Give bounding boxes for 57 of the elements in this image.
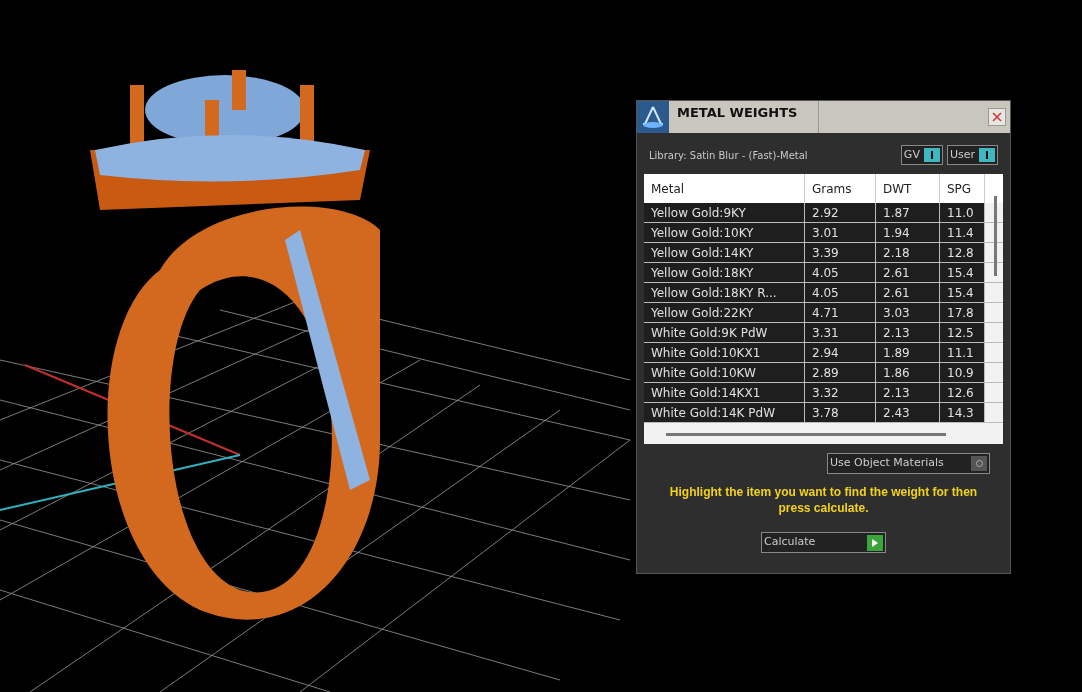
calculate-button[interactable]: Calculate bbox=[761, 532, 886, 553]
table-cell: 1.86 bbox=[876, 363, 940, 382]
close-icon bbox=[992, 112, 1002, 122]
table-cell: White Gold:14KX1 bbox=[644, 383, 805, 402]
table-cell: 12.8 bbox=[940, 243, 985, 262]
table-cell: 17.8 bbox=[940, 303, 985, 322]
table-cell: 2.61 bbox=[876, 283, 940, 302]
table-cell: 15.4 bbox=[940, 263, 985, 282]
table-cell: Yellow Gold:14KY bbox=[644, 243, 805, 262]
table-cell: White Gold:10KW bbox=[644, 363, 805, 382]
close-button[interactable] bbox=[988, 108, 1006, 126]
table-cell: 2.94 bbox=[805, 343, 876, 362]
table-cell: 14.3 bbox=[940, 403, 985, 422]
table-cell: 2.13 bbox=[876, 323, 940, 342]
table-cell: Yellow Gold:22KY bbox=[644, 303, 805, 322]
table-cell: 2.13 bbox=[876, 383, 940, 402]
toggle-button[interactable]: User bbox=[946, 145, 998, 165]
table-cell: White Gold:9K PdW bbox=[644, 323, 805, 342]
table-cell: 11.1 bbox=[940, 343, 985, 362]
table-cell: Yellow Gold:10KY bbox=[644, 223, 805, 242]
use-object-materials-toggle[interactable]: Use Object Materials bbox=[827, 453, 990, 474]
table-cell: 3.31 bbox=[805, 323, 876, 342]
table-cell: 2.92 bbox=[805, 203, 876, 222]
table-cell: 1.94 bbox=[876, 223, 940, 242]
table-cell: 4.05 bbox=[805, 263, 876, 282]
scale-icon bbox=[637, 101, 669, 133]
table-cell: 2.61 bbox=[876, 263, 940, 282]
table-cell: Yellow Gold:9KY bbox=[644, 203, 805, 222]
table-cell: 4.71 bbox=[805, 303, 876, 322]
table-cell: 3.32 bbox=[805, 383, 876, 402]
window-title: METAL WEIGHTS bbox=[669, 101, 819, 133]
play-icon bbox=[867, 534, 883, 551]
table-cell: Yellow Gold:18KY R... bbox=[644, 283, 805, 302]
table-cell: 3.03 bbox=[876, 303, 940, 322]
table-cell: 1.87 bbox=[876, 203, 940, 222]
table-cell: 10.9 bbox=[940, 363, 985, 382]
table-cell: 2.18 bbox=[876, 243, 940, 262]
table-cell: White Gold:14K PdW bbox=[644, 403, 805, 422]
table-cell: 3.01 bbox=[805, 223, 876, 242]
instruction-text: Highlight the item you want to find the weight for then press calculate. bbox=[668, 484, 979, 516]
table-cell: 12.6 bbox=[940, 383, 985, 402]
table-cell: 12.5 bbox=[940, 323, 985, 342]
toggle-button[interactable]: GV bbox=[900, 145, 943, 165]
table-cell: 2.89 bbox=[805, 363, 876, 382]
library-label: Library: Satin Blur - (Fast)-Metal bbox=[649, 148, 809, 163]
table-cell: 15.4 bbox=[940, 283, 985, 302]
vertical-scrollbar[interactable] bbox=[994, 196, 997, 276]
horizontal-scrollbar[interactable] bbox=[666, 433, 946, 436]
table-cell: 11.4 bbox=[940, 223, 985, 242]
table-cell: 3.78 bbox=[805, 403, 876, 422]
table-cell: 11.0 bbox=[940, 203, 985, 222]
table-cell: 1.89 bbox=[876, 343, 940, 362]
table-cell: 3.39 bbox=[805, 243, 876, 262]
table-cell: 4.05 bbox=[805, 283, 876, 302]
table-cell: 2.43 bbox=[876, 403, 940, 422]
table-cell: White Gold:10KX1 bbox=[644, 343, 805, 362]
table-cell: Yellow Gold:18KY bbox=[644, 263, 805, 282]
